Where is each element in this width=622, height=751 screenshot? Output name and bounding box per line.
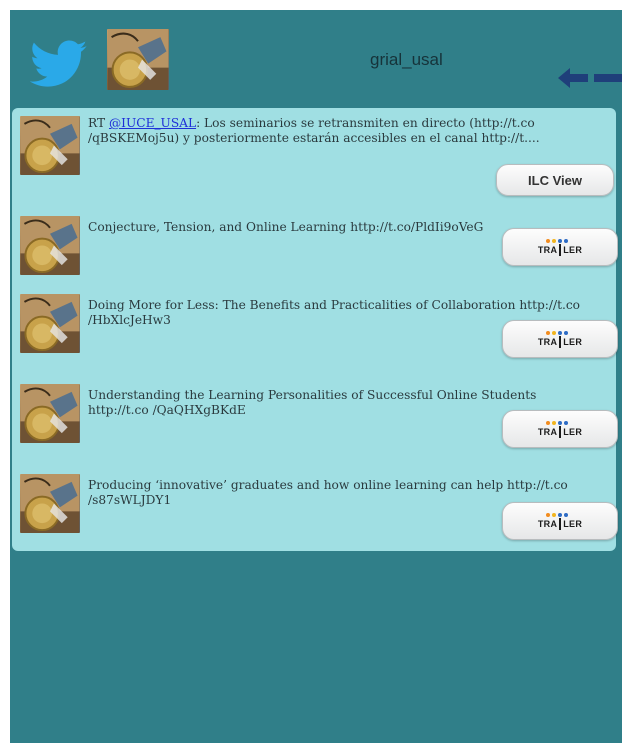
trailer-logo: TRA LER [538,330,582,348]
tweet-item: Understanding the Learning Personalities… [12,374,618,462]
trailer-logo: TRA LER [538,420,582,438]
tweet-text: RT @IUCE_USAL: Los seminarios se retrans… [88,116,598,146]
tweet-item: RT @IUCE_USAL: Los seminarios se retrans… [12,112,616,204]
trailer-logo: TRA LER [538,512,582,530]
trailer-button[interactable]: TRA LER [502,410,618,448]
tweet-avatar[interactable] [20,294,80,353]
ilc-view-button[interactable]: ILC View [496,164,614,196]
trailer-logo-text: TRA LER [537,518,583,530]
avatar-image [20,474,80,533]
tweet-timeline: RT @IUCE_USAL: Los seminarios se retrans… [12,108,618,551]
avatar-image [20,294,80,353]
trailer-logo-text: TRA LER [537,336,583,348]
back-arrow-icon[interactable] [558,66,622,90]
trailer-button[interactable]: TRA LER [502,502,618,540]
tweet-avatar[interactable] [20,474,80,533]
tweet-avatar[interactable] [20,116,80,175]
avatar-image [20,116,80,175]
trailer-logo-text: TRA LER [537,426,583,438]
tweet-item: Producing ‘innovative’ graduates and how… [12,464,618,548]
mention-link[interactable]: @IUCE_USAL [109,116,196,130]
trailer-button[interactable]: TRA LER [502,320,618,358]
trailer-button[interactable]: TRA LER [502,228,618,266]
trailer-logo-text: TRA LER [537,244,583,256]
username: grial_usal [370,50,443,69]
app-window: grial_usal RT @IUCE_USAL: Los seminarios… [10,10,622,743]
avatar-image [107,29,169,90]
twitter-bird-icon[interactable] [30,40,88,88]
avatar-image [20,216,80,275]
tweet-avatar[interactable] [20,216,80,275]
trailer-logo: TRA LER [538,238,582,256]
tweet-avatar[interactable] [20,384,80,443]
tweet-text-prefix: RT [88,116,109,130]
avatar-image [20,384,80,443]
tweet-item: Doing More for Less: The Benefits and Pr… [12,284,618,372]
tweet-item: Conjecture, Tension, and Online Learning… [12,206,618,282]
header: grial_usal [10,10,622,100]
header-avatar[interactable] [107,29,169,90]
